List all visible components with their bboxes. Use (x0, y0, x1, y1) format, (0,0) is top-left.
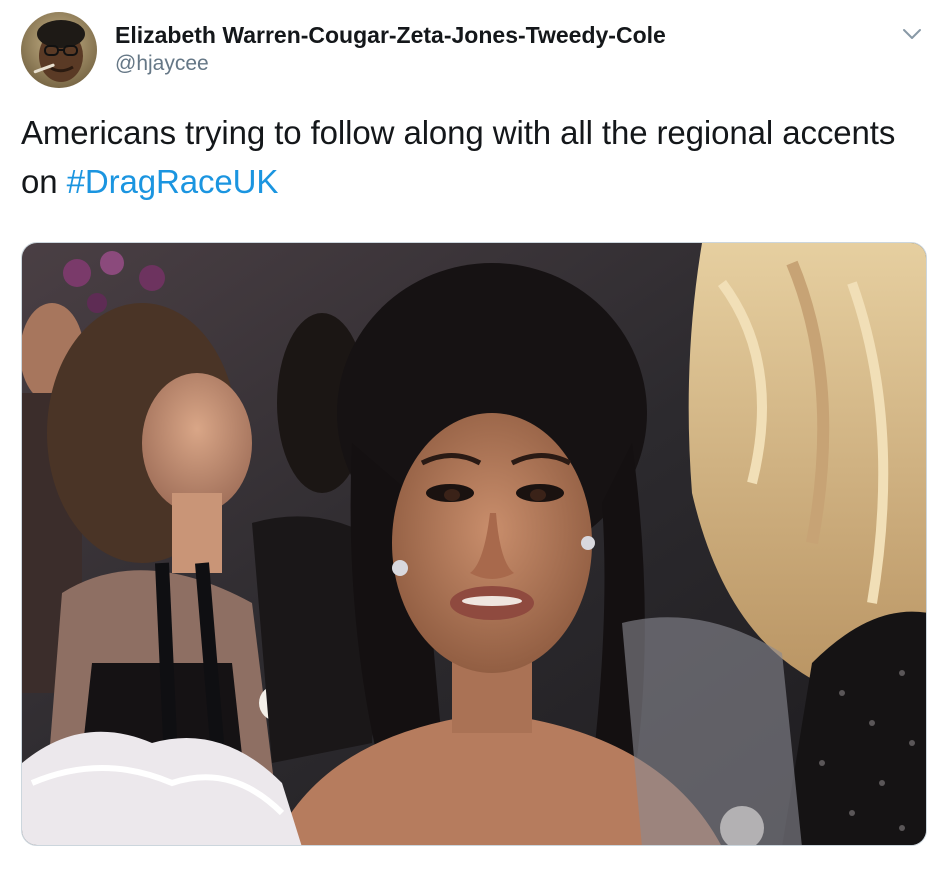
author-handle[interactable]: @hjaycee (115, 51, 886, 77)
tweet-text: Americans trying to follow along with al… (21, 108, 921, 206)
tweet-card: Elizabeth Warren-Cougar-Zeta-Jones-Tweed… (0, 0, 946, 878)
author-block: Elizabeth Warren-Cougar-Zeta-Jones-Tweed… (115, 20, 886, 77)
chevron-down-icon[interactable] (900, 22, 924, 46)
tweet-media-photo[interactable] (21, 242, 927, 846)
author-display-name[interactable]: Elizabeth Warren-Cougar-Zeta-Jones-Tweed… (115, 20, 886, 50)
hashtag-link[interactable]: #DragRaceUK (67, 163, 279, 200)
avatar-image (21, 12, 97, 88)
avatar[interactable] (21, 12, 97, 88)
photo-image (22, 243, 926, 845)
